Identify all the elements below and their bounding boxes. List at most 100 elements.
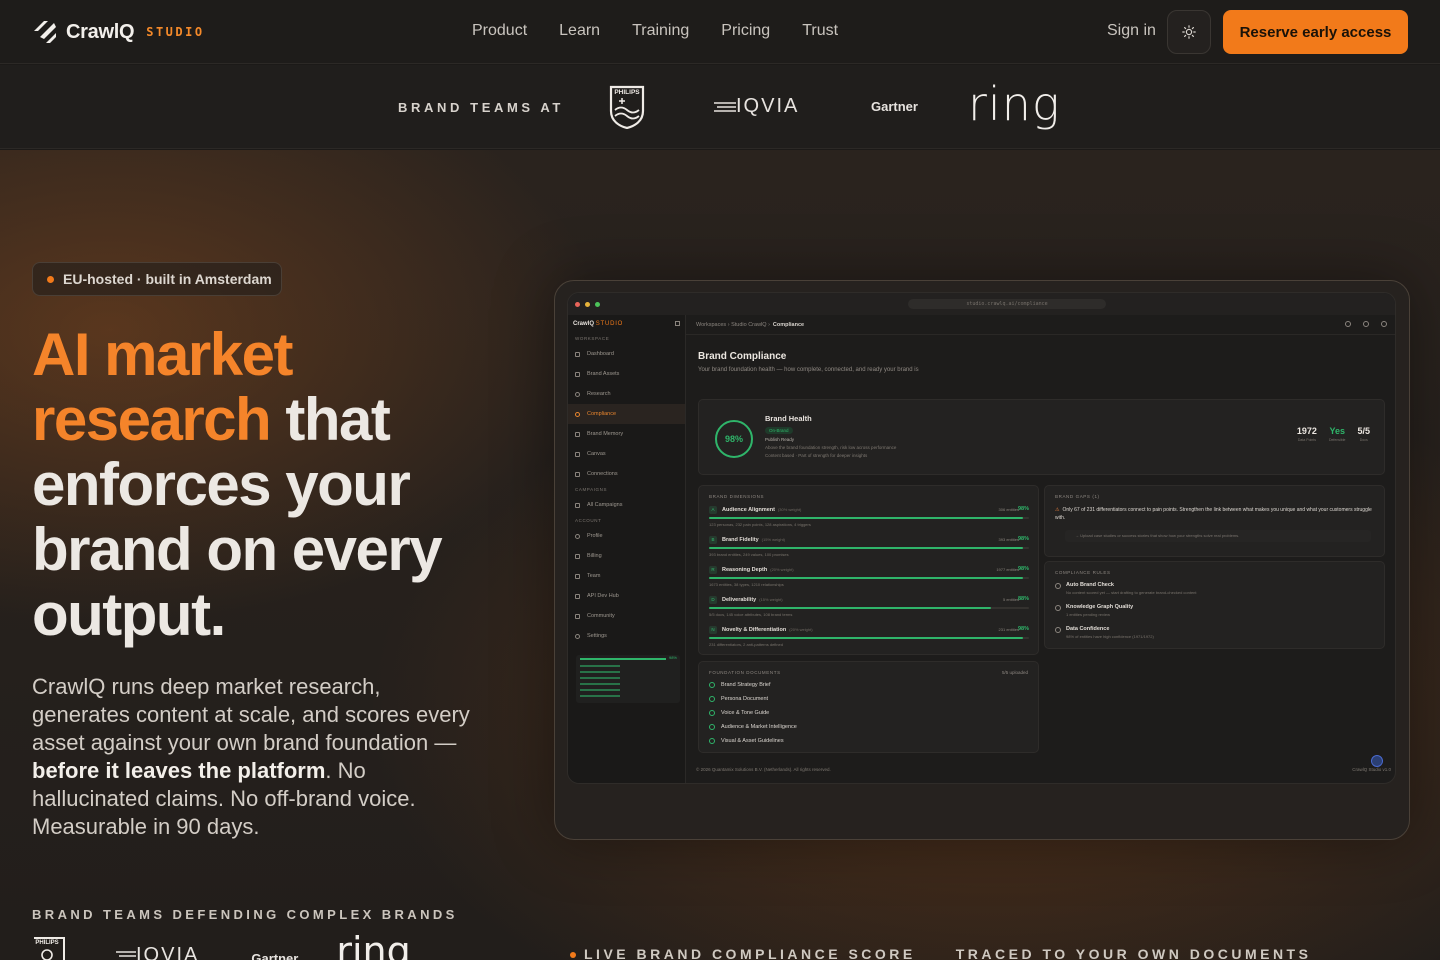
doc-label: Visual & Asset Guidelines	[721, 738, 784, 744]
gap-text: Only 67 of 231 differentiators connect t…	[1055, 507, 1372, 521]
doc-item[interactable]: Persona Document	[709, 696, 768, 702]
app-sidebar: CrawlQ STUDIO WORKSPACE Dashboard Brand …	[568, 315, 686, 783]
crumb-current: Compliance	[772, 322, 805, 328]
sidebar-item-label: Canvas	[587, 451, 606, 457]
doc-item[interactable]: Visual & Asset Guidelines	[709, 738, 784, 744]
collapse-sidebar-icon[interactable]	[675, 321, 680, 326]
plug-icon	[575, 471, 580, 477]
crumb-sep: ›	[727, 322, 730, 328]
sun-icon	[1182, 25, 1196, 39]
brand-logos-bar: BRAND TEAMS AT PHILIPS IQVIA Gartner rin…	[0, 65, 1440, 149]
dimension-row[interactable]: D Deliverability (15% weight) 5 entities 88%…	[709, 596, 1029, 626]
philips-mini-logo: PHILIPS	[34, 937, 65, 960]
location-pill-text: EU-hosted · built in Amsterdam	[63, 271, 272, 287]
user-icon	[575, 533, 580, 539]
header-icons	[1345, 321, 1387, 327]
theme-toggle-button[interactable]	[1167, 10, 1211, 54]
theme-icon[interactable]	[1345, 321, 1351, 327]
doc-item[interactable]: Brand Strategy Brief	[709, 682, 771, 688]
dimension-tag: N	[709, 626, 717, 634]
hero-description: CrawlQ runs deep market research, genera…	[32, 673, 472, 841]
score-value: 98%	[668, 655, 677, 660]
folder-icon	[575, 371, 580, 377]
live-score-label: LIVE BRAND COMPLIANCE SCORE	[570, 946, 916, 960]
sidebar-item-team[interactable]: Team	[568, 566, 685, 586]
stat-value: 1972	[1296, 426, 1317, 436]
health-score-ring: 98%	[715, 420, 753, 458]
dimension-row[interactable]: A Audience Alignment (30% weight) 306 entit…	[709, 506, 1029, 536]
sidebar-item-compliance[interactable]: Compliance	[568, 404, 685, 424]
rule-desc: No content scored yet — start drafting t…	[1066, 590, 1197, 595]
sidebar-item-dashboard[interactable]: Dashboard	[568, 344, 685, 364]
sidebar-item-profile[interactable]: Profile	[568, 526, 685, 546]
sidebar-brand-sub: STUDIO	[595, 321, 624, 327]
sidebar-item-label: Brand Assets	[587, 371, 620, 377]
sign-in-link[interactable]: Sign in	[1107, 22, 1156, 40]
crumb-studio[interactable]: Studio CrawlQ	[731, 315, 766, 334]
doc-item[interactable]: Audience & Market Intelligence	[709, 724, 797, 730]
dimension-meta: 231 differentiators, 2 anti-patterns def…	[709, 642, 783, 647]
sidebar-item-connections[interactable]: Connections	[568, 464, 685, 484]
doc-label: Persona Document	[721, 696, 769, 702]
sidebar-item-all-campaigns[interactable]: All Campaigns	[568, 495, 685, 515]
sidebar-score-widget: 98%	[576, 655, 680, 703]
nav-link-trust[interactable]: Trust	[802, 22, 838, 40]
sidebar-item-label: Profile	[587, 533, 603, 539]
dimension-name: Audience Alignment (30% weight)	[722, 507, 802, 513]
gap-suggestion[interactable]: → Upload case studies or success stories…	[1065, 530, 1371, 542]
dimension-name: Novelty & Differentiation (20% weight)	[722, 627, 813, 633]
dimension-row[interactable]: R Reasoning Depth (20% weight) 1977 entitie…	[709, 566, 1029, 596]
app-footer: © 2026 Quantamix Solutions B.V. (Netherl…	[696, 767, 831, 772]
crumb-sep: ›	[768, 322, 770, 328]
dimension-row[interactable]: N Novelty & Differentiation (20% weight) 23…	[709, 626, 1029, 656]
nav-link-product[interactable]: Product	[472, 22, 527, 40]
check-circle-icon	[709, 724, 715, 730]
brand-dimensions-card: BRAND DIMENSIONS A Audience Alignment (30%…	[698, 485, 1039, 655]
minimize-dot-icon	[585, 301, 590, 307]
stat-label: Defensible	[1328, 438, 1346, 442]
rules-label: COMPLIANCE RULES	[1055, 570, 1111, 575]
sidebar-item-brand-assets[interactable]: Brand Assets	[568, 364, 685, 384]
sidebar-item-settings[interactable]: Settings	[568, 626, 685, 646]
health-line-1: Publish Ready	[765, 437, 795, 442]
doc-item[interactable]: Voice & Tone Guide	[709, 710, 769, 716]
crawlq-logo[interactable]: CrawlQ STUDIO	[32, 19, 205, 45]
sidebar-item-label: Billing	[587, 553, 602, 559]
nav-link-training[interactable]: Training	[632, 22, 689, 40]
doc-label: Audience & Market Intelligence	[721, 724, 797, 730]
nav-link-pricing[interactable]: Pricing	[721, 22, 770, 40]
stat-label: Data Points	[1297, 438, 1316, 442]
help-icon[interactable]	[1371, 755, 1383, 767]
dimension-meta: 393 brand entities, 249 values, 100 prom…	[709, 552, 789, 557]
sidebar-item-community[interactable]: Community	[568, 606, 685, 626]
reserve-early-access-button[interactable]: Reserve early access	[1223, 10, 1408, 54]
credit-card-icon	[575, 553, 580, 559]
dimension-row[interactable]: B Brand Fidelity (15% weight) 393 entities 9…	[709, 536, 1029, 566]
health-title: Brand Health	[765, 414, 812, 423]
sidebar-item-canvas[interactable]: Canvas	[568, 444, 685, 464]
brand-health-card: 98% Brand Health On-Brand Publish Ready …	[698, 399, 1385, 475]
sidebar-item-label: Compliance	[587, 411, 617, 417]
sidebar-item-label: Brand Memory	[587, 431, 624, 437]
gartner-logo: Gartner	[871, 99, 918, 114]
sidebar-item-label: Connections	[587, 471, 618, 477]
sidebar-item-label: API Dev Hub	[587, 593, 619, 599]
sidebar-item-research[interactable]: Research	[568, 384, 685, 404]
dimension-tag: B	[709, 536, 717, 544]
crumb-workspaces[interactable]: Workspaces	[696, 315, 726, 334]
sidebar-item-brand-memory[interactable]: Brand Memory	[568, 424, 685, 444]
sidebar-item-billing[interactable]: Billing	[568, 546, 685, 566]
defending-brands-label: BRAND TEAMS DEFENDING COMPLEX BRANDS	[32, 907, 458, 922]
brand-name: CrawlQ	[66, 20, 135, 43]
sidebar-item-label: Team	[587, 573, 601, 579]
score-rows	[580, 665, 620, 699]
location-pill: EU-hosted · built in Amsterdam	[32, 262, 282, 296]
mini-logo-row: PHILIPS IQVIA Gartner ring	[32, 929, 411, 960]
dimension-entities: 5 entities	[1002, 597, 1019, 602]
nav-link-learn[interactable]: Learn	[559, 22, 600, 40]
dimension-bar-fill	[709, 547, 1023, 549]
sidebar-item-api-dev-hub[interactable]: API Dev Hub	[568, 586, 685, 606]
avatar[interactable]	[1381, 321, 1387, 327]
score-bar	[580, 658, 666, 660]
bell-icon[interactable]	[1363, 321, 1369, 327]
